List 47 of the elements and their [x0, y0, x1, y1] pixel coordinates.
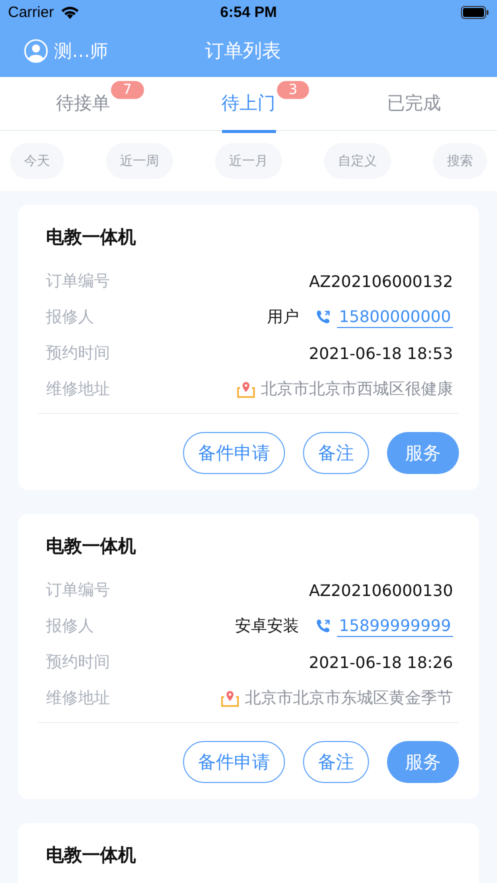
- filter-chip[interactable]: 近一周: [106, 143, 173, 179]
- action-button[interactable]: 备件申请: [183, 432, 285, 474]
- map-pin-icon: [237, 380, 255, 398]
- tab[interactable]: 已完成: [387, 77, 442, 133]
- field-value: AZ202106000130: [308, 580, 453, 600]
- carrier-name: Carrier: [8, 4, 54, 21]
- user-button[interactable]: 测…师: [24, 39, 108, 63]
- count-badge: 7: [110, 81, 144, 99]
- field-value: 用户: [267, 306, 300, 328]
- field-label: 报修人: [46, 616, 94, 636]
- phone-link[interactable]: 15899999999: [337, 616, 453, 636]
- field-label: 预约时间: [46, 652, 110, 672]
- field-value: 2021-06-18 18:26: [308, 652, 453, 672]
- filter-chip[interactable]: 今天: [10, 143, 64, 179]
- wifi-icon: [60, 6, 80, 20]
- action-button[interactable]: 服务: [387, 741, 459, 783]
- field-label: 报修人: [46, 306, 94, 328]
- address-text: 北京市北京市西城区很健康: [261, 378, 453, 400]
- status-time: 6:54 PM: [220, 4, 277, 21]
- field-value: 安卓安装: [235, 616, 300, 636]
- field-label: 订单编号: [46, 270, 110, 292]
- tab[interactable]: 待接单: [56, 77, 110, 133]
- field-label: 订单编号: [46, 580, 110, 600]
- field-value: 2021-06-18 18:53: [308, 344, 453, 362]
- field-label: 维修地址: [46, 688, 110, 708]
- user-icon: [24, 39, 48, 63]
- phone-link[interactable]: 15800000000: [337, 306, 453, 328]
- filter-chip[interactable]: 近一月: [215, 143, 282, 179]
- filter-chip[interactable]: 搜索: [433, 143, 487, 179]
- action-button[interactable]: 备件申请: [183, 741, 285, 783]
- action-button[interactable]: 备注: [303, 432, 369, 474]
- filter-chip[interactable]: 自定义: [324, 143, 391, 179]
- address-text: 北京市北京市东城区黄金季节: [245, 688, 453, 708]
- field-label: 预约时间: [46, 342, 110, 364]
- page-title: 订单列表: [205, 39, 281, 64]
- battery-icon: [461, 6, 489, 19]
- action-button[interactable]: 服务: [387, 432, 459, 474]
- product-name: 电教一体机: [46, 535, 137, 558]
- product-name: 电教一体机: [46, 226, 137, 249]
- action-button[interactable]: 备注: [303, 741, 369, 783]
- product-name: 电教一体机: [46, 844, 137, 867]
- phone-icon: [315, 309, 332, 325]
- phone-icon: [315, 618, 332, 634]
- map-pin-icon: [221, 690, 239, 706]
- count-badge: 3: [276, 81, 310, 99]
- field-value: AZ202106000132: [308, 272, 453, 290]
- field-label: 维修地址: [46, 378, 110, 400]
